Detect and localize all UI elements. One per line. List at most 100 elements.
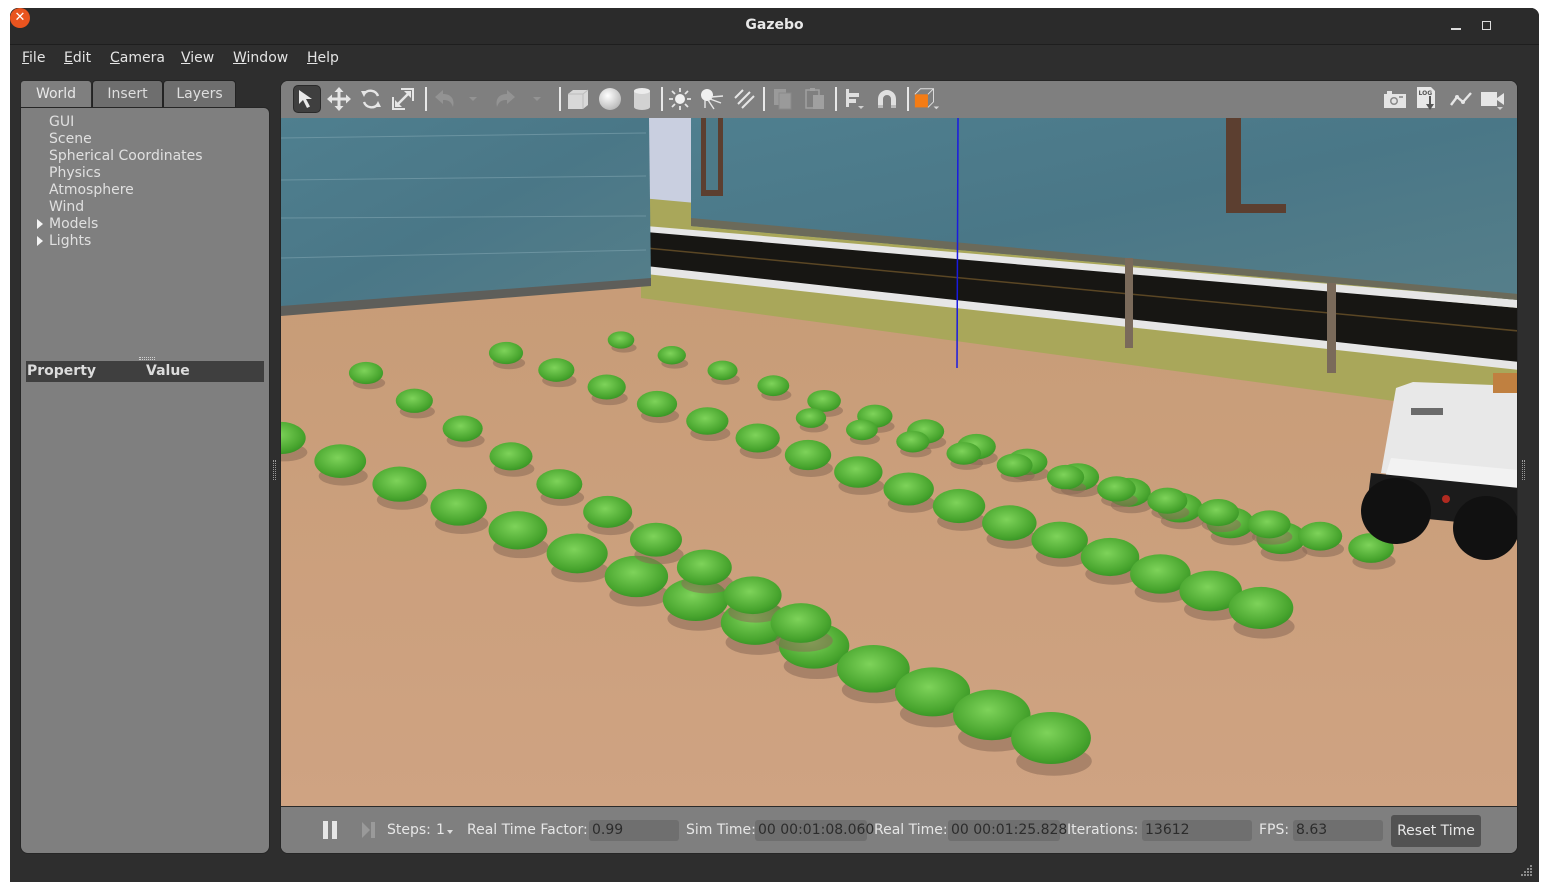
- copy-icon: [774, 89, 792, 110]
- log-button[interactable]: LOG: [1413, 85, 1441, 113]
- view-angle-button[interactable]: [913, 85, 941, 113]
- redo-button[interactable]: [491, 85, 519, 113]
- render-panel: LOG Steps: 1 Real Time Factor: 0.99 Sim …: [280, 80, 1518, 854]
- align-button[interactable]: [841, 85, 869, 113]
- lettuce-plant: [348, 361, 384, 385]
- menu-edit[interactable]: Edit: [64, 50, 91, 66]
- sphere-shape-button[interactable]: [596, 85, 624, 113]
- select-mode-button[interactable]: [293, 85, 321, 113]
- tree-item-models[interactable]: Models: [21, 216, 269, 233]
- cylinder-shape-button[interactable]: [628, 85, 656, 113]
- lettuce-plant: [757, 375, 790, 397]
- right-splitter-grip[interactable]: [1522, 460, 1525, 480]
- toolbar-separator: [661, 87, 663, 111]
- resize-grip-icon[interactable]: [1521, 864, 1533, 876]
- lettuce-plant: [430, 488, 487, 526]
- column-property: Property: [27, 363, 97, 379]
- tree-item-label: Physics: [49, 165, 101, 181]
- box-icon: [568, 89, 589, 109]
- tab-layers[interactable]: Layers: [163, 80, 236, 108]
- menu-file[interactable]: File: [22, 50, 45, 66]
- spotlight-icon: [701, 89, 724, 110]
- tree-item-label: Scene: [49, 131, 92, 147]
- translate-mode-button[interactable]: [325, 85, 353, 113]
- tree-item-wind[interactable]: Wind: [21, 199, 269, 216]
- box-shape-button[interactable]: [564, 85, 592, 113]
- tree-item-physics[interactable]: Physics: [21, 165, 269, 182]
- menu-help[interactable]: Help: [307, 50, 339, 66]
- real-time-label: Real Time:: [874, 822, 948, 838]
- tab-insert[interactable]: Insert: [92, 80, 163, 108]
- menu-camera[interactable]: Camera: [110, 50, 165, 66]
- menu-label: iew: [190, 50, 215, 66]
- fps-field: 8.63: [1293, 820, 1383, 841]
- panel-splitter-handle[interactable]: [139, 357, 155, 360]
- minimize-icon: [1451, 28, 1461, 30]
- step-button[interactable]: [361, 821, 377, 839]
- tree-item-gui[interactable]: GUI: [21, 114, 269, 131]
- tree-item-scene[interactable]: Scene: [21, 131, 269, 148]
- tree-item-spherical-coordinates[interactable]: Spherical Coordinates: [21, 148, 269, 165]
- menu-mnemonic: V: [181, 50, 191, 66]
- paste-icon: [805, 88, 824, 109]
- lettuce-plant: [1147, 487, 1188, 514]
- lettuce-plant: [546, 533, 608, 574]
- window-frame: [1226, 118, 1241, 213]
- tree-item-label: Atmosphere: [49, 182, 134, 198]
- lettuce-plant: [1197, 499, 1239, 527]
- lettuce-plant: [488, 511, 548, 550]
- scale-icon: [392, 88, 414, 110]
- undo-history-button[interactable]: [463, 85, 483, 113]
- plot-button[interactable]: [1447, 85, 1475, 113]
- menu-label: elp: [317, 50, 339, 66]
- spot-light-button[interactable]: [698, 85, 726, 113]
- steps-dropdown-icon[interactable]: [447, 830, 453, 834]
- tab-world[interactable]: World: [20, 80, 92, 110]
- lettuce-plant: [896, 430, 930, 453]
- 3d-viewport[interactable]: [281, 118, 1517, 806]
- expand-arrow-icon[interactable]: [37, 236, 43, 246]
- reset-time-button[interactable]: Reset Time: [1391, 815, 1481, 847]
- view-cube-icon: [914, 88, 940, 110]
- steps-value[interactable]: 1: [436, 822, 445, 838]
- window-title: Gazebo: [745, 17, 804, 33]
- real-time-field: 00 00:01:25.828: [948, 820, 1067, 841]
- lettuce-plant: [784, 439, 832, 471]
- tree-item-lights[interactable]: Lights: [21, 233, 269, 250]
- menu-view[interactable]: View: [181, 50, 214, 66]
- copy-button[interactable]: [769, 85, 797, 113]
- menu-window[interactable]: Window: [233, 50, 288, 66]
- lettuce-plant: [686, 407, 729, 435]
- maximize-button[interactable]: [1477, 16, 1497, 36]
- lettuce-plant: [676, 549, 732, 586]
- minimize-button[interactable]: [1446, 16, 1466, 36]
- lettuce-plant: [636, 390, 678, 418]
- simulation-status-bar: Steps: 1 Real Time Factor: 0.99 Sim Time…: [281, 806, 1517, 853]
- lettuce-plant: [932, 488, 986, 524]
- expand-arrow-icon[interactable]: [37, 219, 43, 229]
- undo-button[interactable]: [431, 85, 459, 113]
- redo-history-button[interactable]: [527, 85, 547, 113]
- rotate-mode-button[interactable]: [357, 85, 385, 113]
- rotate-icon: [361, 89, 381, 109]
- window-pane: [1241, 204, 1286, 213]
- toolbar: LOG: [281, 81, 1517, 118]
- tree-item-label: GUI: [49, 114, 75, 130]
- lettuce-plant: [735, 423, 780, 453]
- camera-icon: [1384, 91, 1406, 108]
- tree-item-label: Models: [49, 216, 99, 232]
- record-video-button[interactable]: [1479, 85, 1507, 113]
- scale-mode-button[interactable]: [389, 85, 417, 113]
- pause-button[interactable]: [323, 821, 337, 839]
- snap-button[interactable]: [873, 85, 901, 113]
- tree-item-atmosphere[interactable]: Atmosphere: [21, 182, 269, 199]
- paste-button[interactable]: [801, 85, 829, 113]
- lettuce-plant: [607, 331, 635, 349]
- lettuce-plant: [846, 419, 878, 441]
- toolbar-separator: [559, 87, 561, 111]
- directional-light-button[interactable]: [730, 85, 758, 113]
- screenshot-button[interactable]: [1381, 85, 1409, 113]
- lettuce-plant: [1247, 510, 1291, 539]
- left-splitter-grip[interactable]: [273, 460, 276, 480]
- point-light-button[interactable]: [666, 85, 694, 113]
